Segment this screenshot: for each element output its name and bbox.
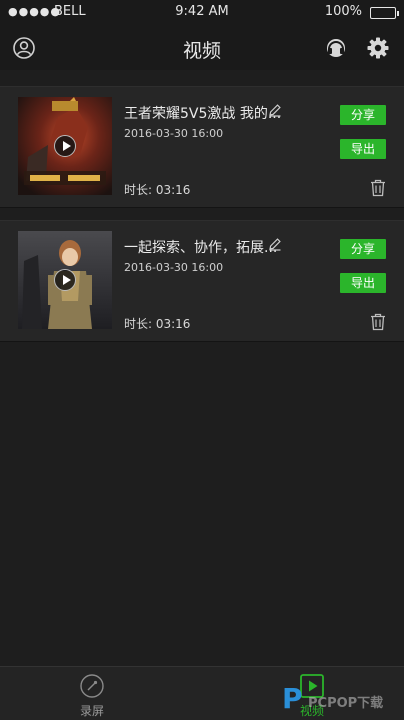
watermark-text: PCPOP下载	[308, 696, 384, 711]
video-list: 王者荣耀5V5激战 我的... 2016-03-30 16:00 时长: 03:…	[0, 86, 404, 342]
video-title: 王者荣耀5V5激战 我的...	[124, 106, 282, 122]
play-icon[interactable]	[54, 269, 76, 291]
list-item[interactable]: 一起探索、协作，拓展... 2016-03-30 16:00 时长: 03:16…	[0, 220, 404, 342]
watermark-letter: P	[282, 682, 303, 715]
tab-record[interactable]: 录屏	[52, 673, 132, 719]
gear-icon[interactable]	[366, 36, 390, 60]
video-title: 一起探索、协作，拓展...	[124, 240, 278, 256]
export-button[interactable]: 导出	[340, 273, 386, 293]
pencil-icon[interactable]	[268, 103, 282, 117]
battery-icon	[370, 7, 399, 19]
video-duration: 时长: 03:16	[124, 183, 191, 197]
nav-bar: 视频	[0, 26, 404, 70]
list-item[interactable]: 王者荣耀5V5激战 我的... 2016-03-30 16:00 时长: 03:…	[0, 86, 404, 208]
video-duration: 时长: 03:16	[124, 317, 191, 331]
header-divider	[0, 70, 404, 84]
trash-icon[interactable]	[370, 179, 386, 197]
video-date: 2016-03-30 16:00	[124, 261, 224, 274]
tab-record-label: 录屏	[79, 704, 104, 718]
headset-icon[interactable]	[324, 36, 348, 60]
video-thumbnail[interactable]	[18, 231, 112, 329]
trash-icon[interactable]	[370, 313, 386, 331]
battery-percent: 100%	[324, 4, 362, 19]
play-icon[interactable]	[54, 135, 76, 157]
share-button[interactable]: 分享	[340, 105, 386, 125]
status-bar: ●●●●● BELL 9:42 AM 100%	[0, 0, 404, 26]
video-date: 2016-03-30 16:00	[124, 127, 224, 140]
pencil-icon[interactable]	[268, 237, 282, 251]
video-thumbnail[interactable]	[18, 97, 112, 195]
watermark-logo: P PCPOP下载	[282, 682, 404, 716]
share-button[interactable]: 分享	[340, 239, 386, 259]
record-icon	[80, 674, 104, 698]
export-button[interactable]: 导出	[340, 139, 386, 159]
